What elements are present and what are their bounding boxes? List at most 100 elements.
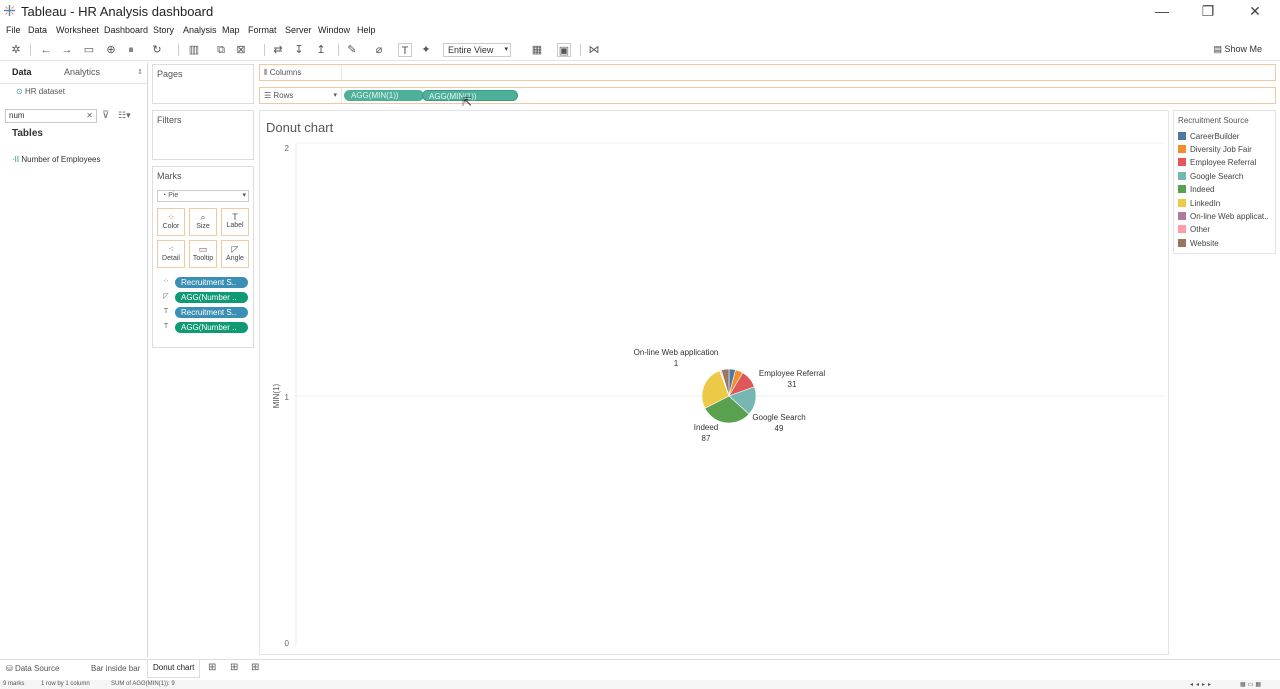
- show-me-icon: ▤: [1213, 44, 1225, 54]
- legend-item-label: Website: [1190, 239, 1219, 248]
- toolbar-divider: [580, 44, 581, 56]
- legend-item[interactable]: CareerBuilder: [1178, 132, 1239, 142]
- cards-pane: Pages Filters Marks ◔ Pie ▾ ⁘ Color ⌕ Size…: [150, 63, 256, 657]
- datasource-item[interactable]: ⊙ HR dataset: [16, 87, 65, 96]
- pane-menu-icon[interactable]: ⇕: [137, 68, 143, 76]
- view-options-icon[interactable]: ☷▾: [118, 110, 131, 121]
- new-worksheet-icon[interactable]: ⊞: [208, 662, 216, 673]
- toolbar-divider: [264, 44, 265, 56]
- size-icon: ⌕: [200, 212, 206, 222]
- legend-item-label: Google Search: [1190, 172, 1244, 181]
- marks-pill-label[interactable]: Recruitment S..: [175, 307, 248, 318]
- menu-format[interactable]: Format: [248, 25, 277, 35]
- sort-descending-icon[interactable]: ↥: [314, 43, 328, 57]
- marks-pill-label-measure[interactable]: AGG(Number ..: [175, 322, 248, 333]
- restore-button[interactable]: ❐: [1188, 2, 1228, 20]
- tab-data[interactable]: Data: [12, 67, 32, 77]
- pie-chart: [701, 368, 757, 424]
- menu-worksheet[interactable]: Worksheet: [56, 25, 99, 35]
- redo-icon[interactable]: →: [60, 43, 74, 57]
- menu-window[interactable]: Window: [318, 25, 350, 35]
- detail-button[interactable]: ⁖ Detail: [157, 240, 185, 268]
- legend-item[interactable]: Google Search: [1178, 172, 1243, 182]
- legend-item-label: Employee Referral: [1190, 158, 1257, 167]
- show-me-label: Show Me: [1224, 44, 1262, 54]
- mark-type-dropdown[interactable]: ◔ Pie ▾: [157, 190, 249, 202]
- clear-search-icon[interactable]: ✕: [86, 110, 93, 122]
- menu-server[interactable]: Server: [285, 25, 312, 35]
- show-mark-labels-icon[interactable]: T: [398, 43, 412, 57]
- menu-dashboard[interactable]: Dashboard: [104, 25, 148, 35]
- angle-icon: ◸: [231, 244, 239, 254]
- angle-button[interactable]: ◸ Angle: [221, 240, 249, 268]
- view-toggle-icon[interactable]: ▦▭▦: [1240, 681, 1263, 688]
- undo-icon[interactable]: ←: [39, 43, 53, 57]
- close-button[interactable]: ✕: [1235, 2, 1275, 20]
- tab-bar-inside-bar[interactable]: Bar inside bar: [91, 664, 140, 673]
- minimize-button[interactable]: —: [1142, 2, 1182, 20]
- tab-data-source[interactable]: ⛁ Data Source: [6, 664, 59, 673]
- marks-pill-angle[interactable]: AGG(Number ..: [175, 292, 248, 303]
- legend-item[interactable]: Indeed: [1178, 185, 1214, 195]
- menu-file[interactable]: File: [6, 25, 21, 35]
- tab-analytics[interactable]: Analytics: [64, 67, 100, 77]
- pages-card[interactable]: Pages: [152, 64, 254, 104]
- sort-ascending-icon[interactable]: ↧: [292, 43, 306, 57]
- fit-value: Entire View: [448, 45, 494, 55]
- search-input[interactable]: num ✕: [5, 109, 97, 123]
- tooltip-button[interactable]: ▭ Tooltip: [189, 240, 217, 268]
- label-label: Label: [226, 222, 244, 229]
- legend-item[interactable]: LinkedIn: [1178, 199, 1220, 209]
- filter-icon[interactable]: ⊽: [102, 110, 109, 121]
- menu-map[interactable]: Map: [222, 25, 240, 35]
- swap-rows-columns-icon[interactable]: ⇄: [271, 43, 285, 57]
- show-cards-icon[interactable]: ▦: [530, 43, 544, 57]
- share-icon[interactable]: ⋈: [587, 43, 601, 57]
- refresh-icon[interactable]: ↻: [150, 43, 164, 57]
- new-worksheet-icon[interactable]: ▥: [187, 43, 201, 57]
- new-story-icon[interactable]: ⊞: [251, 662, 259, 673]
- legend-item[interactable]: Employee Referral: [1178, 158, 1256, 168]
- tab-donut-chart[interactable]: Donut chart: [147, 660, 201, 678]
- color-legend: Recruitment Source CareerBuilder Diversi…: [1173, 110, 1276, 254]
- fix-axes-icon[interactable]: ✦: [419, 43, 433, 57]
- columns-label: Columns: [269, 68, 302, 77]
- legend-item[interactable]: Other: [1178, 225, 1210, 235]
- menu-story[interactable]: Story: [153, 25, 174, 35]
- new-datasource-icon[interactable]: ⊕: [104, 43, 118, 57]
- legend-item[interactable]: On-line Web applicat..: [1178, 212, 1269, 222]
- legend-item[interactable]: Website: [1178, 239, 1219, 249]
- size-button[interactable]: ⌕ Size: [189, 208, 217, 236]
- duplicate-sheet-icon[interactable]: ⧉: [214, 43, 228, 57]
- tableau-home-icon[interactable]: ✲: [9, 43, 23, 57]
- search-value: num: [9, 111, 25, 120]
- marks-pill-color[interactable]: Recruitment S..: [175, 277, 248, 288]
- show-me-button[interactable]: ▤ Show Me: [1213, 44, 1262, 55]
- legend-swatch: [1178, 185, 1186, 193]
- legend-item-label: Diversity Job Fair: [1190, 145, 1252, 154]
- columns-shelf[interactable]: ⦀ Columns: [259, 64, 1276, 81]
- menu-analysis[interactable]: Analysis: [183, 25, 217, 35]
- sheet-navigation-icon[interactable]: ◂◂▸▸: [1190, 681, 1214, 688]
- menu-help[interactable]: Help: [357, 25, 376, 35]
- presentation-mode-icon[interactable]: ▣: [557, 43, 571, 57]
- filters-card[interactable]: Filters: [152, 110, 254, 160]
- field-number-of-employees[interactable]: ·II Number of Employees: [12, 155, 101, 164]
- color-button[interactable]: ⁘ Color: [157, 208, 185, 236]
- group-members-icon[interactable]: ⌀: [372, 43, 386, 57]
- rows-shelf[interactable]: ☰ Rows ▾ AGG(MIN(1)) AGG(MIN(1)) ⇱: [259, 87, 1276, 109]
- fit-dropdown[interactable]: Entire View ▾: [443, 43, 511, 57]
- label-icon: T: [163, 323, 169, 330]
- label-button[interactable]: T Label: [221, 208, 249, 236]
- highlight-icon[interactable]: ✎: [345, 43, 359, 57]
- rows-pill-1[interactable]: AGG(MIN(1)): [344, 90, 424, 101]
- pie-label-value: 49: [775, 424, 784, 433]
- pause-updates-icon[interactable]: ⏸: [124, 43, 138, 57]
- save-icon[interactable]: ▭: [82, 43, 96, 57]
- new-dashboard-icon[interactable]: ⊞: [230, 662, 238, 673]
- pie-label-value: 31: [788, 380, 797, 389]
- menu-data[interactable]: Data: [28, 25, 47, 35]
- clear-sheet-icon[interactable]: ⊠: [234, 43, 248, 57]
- legend-item[interactable]: Diversity Job Fair: [1178, 145, 1252, 155]
- chart-canvas[interactable]: 2 1 0 MIN(1) On-line Web application 1 E…: [260, 111, 1168, 654]
